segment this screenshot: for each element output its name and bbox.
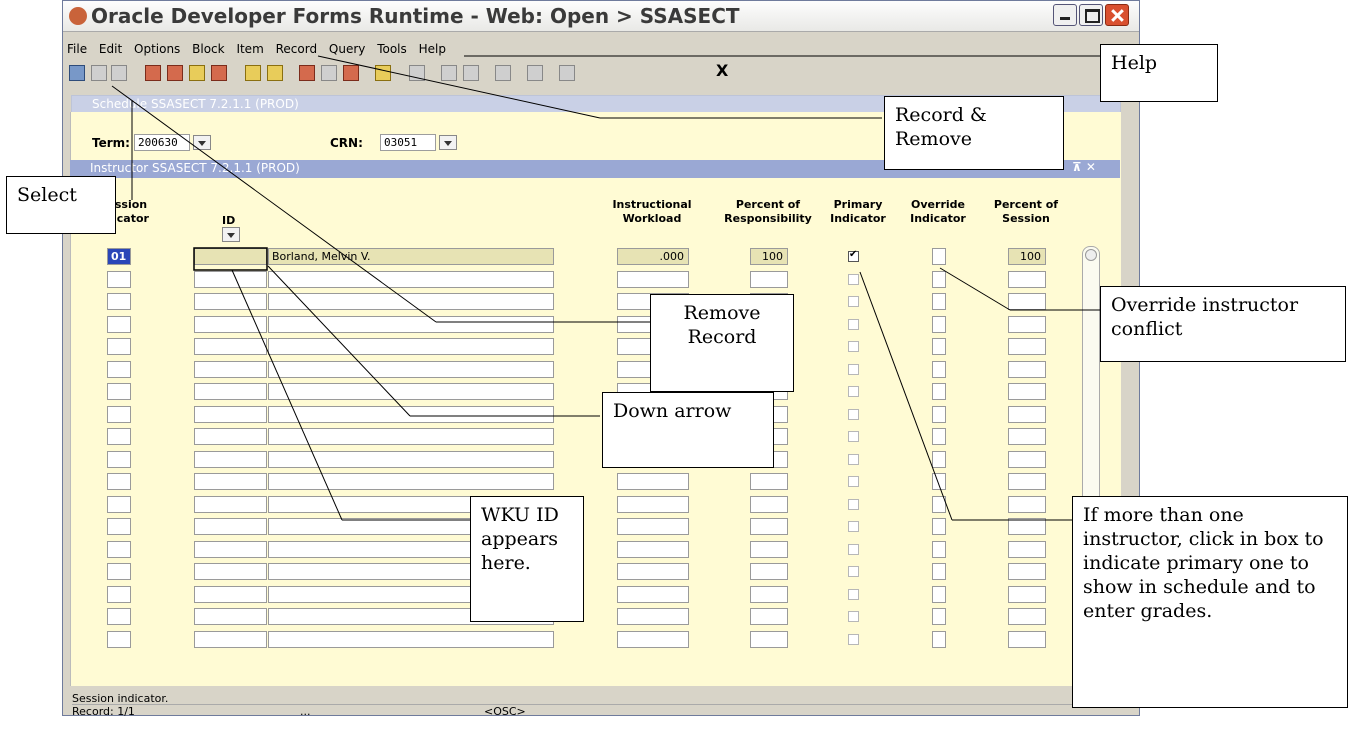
annotation-down-arrow: Down arrow	[602, 392, 774, 468]
annotation-record-remove: Record & Remove	[884, 96, 1064, 170]
annotation-select: Select	[6, 176, 116, 234]
annotation-primary-note: If more than one instructor, click in bo…	[1072, 496, 1348, 708]
annotation-remove-record: Remove Record	[650, 294, 794, 392]
annotation-override: Override instructor conflict	[1100, 286, 1346, 362]
annotation-help: Help	[1100, 44, 1218, 102]
id-highlight-box	[193, 247, 268, 271]
annotation-wku-id: WKU ID appears here.	[470, 496, 584, 622]
